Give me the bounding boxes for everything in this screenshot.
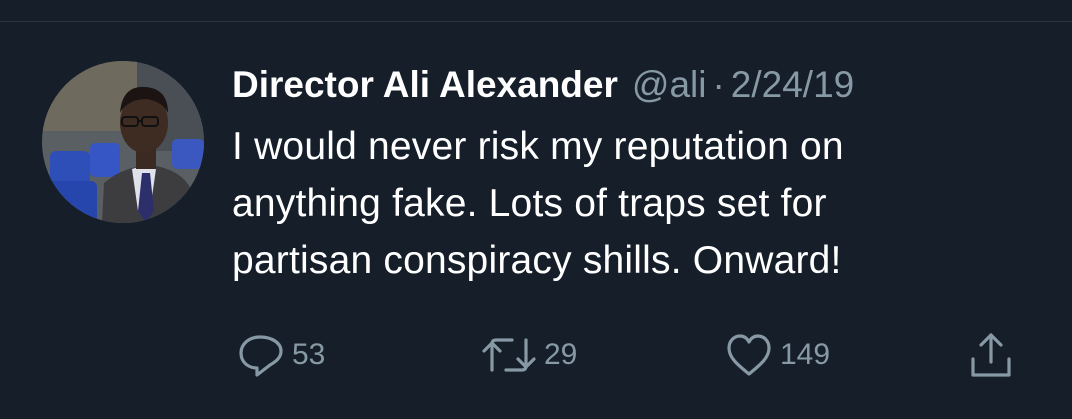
tweet-text-line: partisan conspiracy shills. Onward!	[232, 239, 842, 282]
avatar[interactable]	[42, 61, 204, 223]
tweet-text: I would never risk my reputation on anyt…	[232, 118, 1032, 289]
retweet-icon	[480, 330, 538, 380]
separator-dot: ·	[712, 64, 725, 105]
tweet-actions: 53 29 149	[0, 330, 1072, 380]
share-button[interactable]	[966, 330, 1016, 380]
tweet[interactable]: Director Ali Alexander @ali · 2/24/19 I wou…	[0, 0, 1072, 419]
like-count: 149	[780, 338, 831, 371]
tweet-text-line: anything fake. Lots of traps set for	[232, 182, 827, 225]
like-button[interactable]: 149	[724, 330, 830, 380]
display-name[interactable]: Director Ali Alexander	[232, 64, 618, 105]
tweet-text-line: I would never risk my reputation on	[232, 125, 844, 168]
user-handle[interactable]: @ali	[632, 64, 707, 105]
reply-count: 53	[292, 338, 326, 371]
retweet-button[interactable]: 29	[480, 330, 577, 380]
tweet-header: Director Ali Alexander @ali · 2/24/19	[232, 62, 854, 108]
heart-icon	[724, 330, 774, 380]
share-icon	[966, 330, 1016, 380]
avatar-photo	[42, 61, 204, 223]
reply-icon	[236, 330, 286, 380]
retweet-count: 29	[544, 338, 578, 371]
reply-button[interactable]: 53	[236, 330, 325, 380]
tweet-date[interactable]: 2/24/19	[731, 64, 854, 105]
